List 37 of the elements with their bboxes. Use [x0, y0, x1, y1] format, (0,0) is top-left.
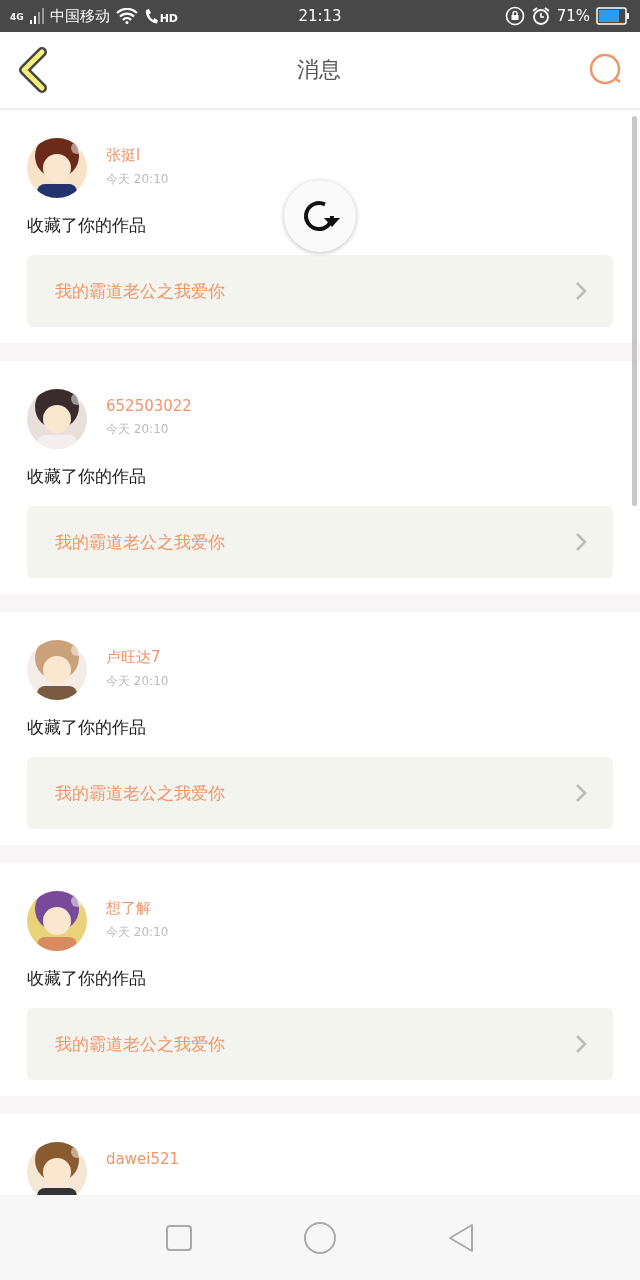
rotation-lock-icon	[504, 6, 525, 26]
back-nav-button[interactable]	[447, 1221, 475, 1254]
phone-icon	[143, 8, 158, 24]
message-text: 收藏了你的作品	[27, 465, 146, 488]
user-name[interactable]: dawei521	[106, 1150, 179, 1168]
hd-label: HD	[159, 11, 178, 25]
message-time: 今天 20:10	[106, 673, 169, 690]
signal-icon	[29, 8, 44, 24]
work-link[interactable]: 我的霸道老公之我爱你	[27, 255, 613, 327]
network-label: 4G	[10, 11, 24, 22]
message-text: 收藏了你的作品	[27, 214, 146, 237]
user-name[interactable]: 想了解	[106, 899, 169, 918]
message-text: 收藏了你的作品	[27, 967, 146, 990]
battery-icon	[596, 7, 630, 25]
chevron-right-icon	[575, 783, 587, 803]
page-title: 消息	[297, 56, 341, 84]
back-button[interactable]	[16, 47, 50, 93]
battery-percent: 71%	[556, 7, 590, 25]
chevron-right-icon	[575, 1034, 587, 1054]
user-name[interactable]: 卢旺达7	[106, 648, 169, 667]
work-link[interactable]: 我的霸道老公之我爱你	[27, 506, 613, 578]
message-time: 今天 20:10	[106, 171, 169, 188]
user-name[interactable]: 652503022	[106, 397, 192, 415]
message-time: 今天 20:10	[106, 421, 170, 438]
message-text: 收藏了你的作品	[27, 716, 146, 739]
clock-time: 21:13	[298, 7, 342, 25]
carrier-label: 中国移动	[49, 6, 110, 26]
message-time: 今天 20:10	[106, 924, 169, 941]
wifi-icon	[115, 8, 138, 24]
work-link[interactable]: 我的霸道老公之我爱你	[27, 1008, 613, 1080]
home-button[interactable]	[303, 1220, 337, 1255]
recents-button[interactable]	[165, 1223, 193, 1252]
chevron-right-icon	[575, 281, 587, 301]
work-link[interactable]: 我的霸道老公之我爱你	[27, 757, 613, 829]
user-name[interactable]: 张挺l	[106, 146, 169, 165]
alarm-icon	[530, 6, 551, 26]
chevron-right-icon	[575, 532, 587, 552]
